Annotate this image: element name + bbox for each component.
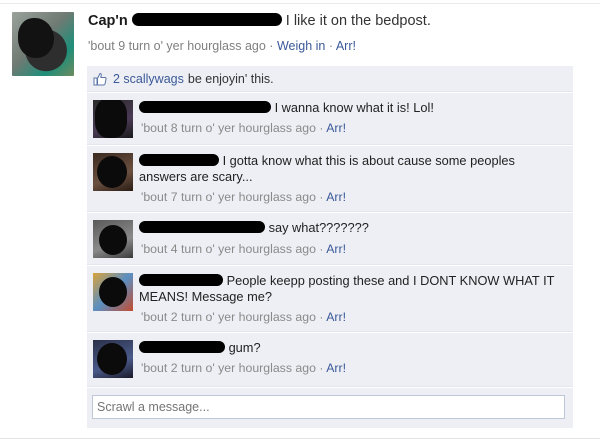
post-message: I like it on the bedpost.	[285, 13, 431, 29]
comment-body: I gotta know what this is about cause so…	[139, 153, 559, 185]
separator: ·	[319, 121, 324, 135]
commenter-avatar[interactable]	[93, 340, 133, 378]
comment-text: gum?	[228, 340, 261, 355]
redacted-name	[139, 154, 219, 166]
comment-time[interactable]: 'bout 7 turn o' yer hourglass ago	[141, 190, 316, 204]
likes-bar: 2 scallywags be enjoyin' this.	[87, 66, 573, 92]
poster-name[interactable]: Cap'n	[88, 13, 128, 29]
comment-meta: 'bout 4 turn o' yer hourglass ago · Arr!	[141, 242, 346, 256]
feed-story: Cap'n I like it on the bedpost. 'bout 9 …	[0, 0, 600, 444]
like-link[interactable]: Weigh in	[277, 39, 325, 53]
poster-avatar[interactable]	[12, 12, 74, 76]
bottom-divider	[0, 438, 600, 439]
redacted-name	[139, 101, 271, 113]
commenter-avatar[interactable]	[93, 220, 133, 258]
comment-body: I wanna know what it is! Lol!	[139, 100, 559, 116]
comment-item: I gotta know what this is about cause so…	[87, 146, 573, 212]
comment-item: say what??????? 'bout 4 turn o' yer hour…	[87, 213, 573, 265]
comment-body: gum?	[139, 340, 559, 356]
comment-meta: 'bout 2 turn o' yer hourglass ago · Arr!	[141, 361, 346, 375]
comment-action-link[interactable]: Arr!	[326, 190, 346, 204]
separator: ·	[319, 361, 324, 375]
post-headline: Cap'n I like it on the bedpost.	[88, 13, 431, 29]
commenter-avatar[interactable]	[93, 273, 133, 311]
separator: ·	[319, 310, 324, 324]
redacted-name	[139, 274, 223, 286]
comment-time[interactable]: 'bout 8 turn o' yer hourglass ago	[141, 121, 316, 135]
comment-action-link[interactable]: Arr!	[326, 361, 346, 375]
comment-item: gum? 'bout 2 turn o' yer hourglass ago ·…	[87, 333, 573, 387]
redacted-name	[139, 221, 265, 233]
comment-meta: 'bout 8 turn o' yer hourglass ago · Arr!	[141, 121, 346, 135]
thumbs-up-icon	[93, 72, 107, 85]
likes-suffix: be enjoyin' this.	[187, 71, 274, 86]
comment-action-link[interactable]: Arr!	[326, 310, 346, 324]
top-divider	[0, 3, 600, 4]
comment-item: People keepp posting these and I DONT KN…	[87, 266, 573, 332]
redacted-name	[139, 341, 225, 353]
comment-time[interactable]: 'bout 4 turn o' yer hourglass ago	[141, 242, 316, 256]
comment-text: say what???????	[268, 220, 369, 235]
comment-link[interactable]: Arr!	[336, 39, 356, 53]
comment-body: say what???????	[139, 220, 559, 236]
comment-action-link[interactable]: Arr!	[326, 121, 346, 135]
comment-item: I wanna know what it is! Lol! 'bout 8 tu…	[87, 93, 573, 145]
separator: ·	[319, 242, 324, 256]
post-timestamp[interactable]: 'bout 9 turn o' yer hourglass ago	[88, 39, 266, 53]
comment-meta: 'bout 7 turn o' yer hourglass ago · Arr!	[141, 190, 346, 204]
comment-input[interactable]	[92, 395, 565, 419]
separator: ·	[328, 39, 334, 53]
separator: ·	[319, 190, 324, 204]
comment-time[interactable]: 'bout 2 turn o' yer hourglass ago	[141, 310, 316, 324]
likes-count[interactable]: 2 scallywags	[113, 72, 184, 86]
post-meta: 'bout 9 turn o' yer hourglass ago · Weig…	[88, 39, 356, 53]
comment-meta: 'bout 2 turn o' yer hourglass ago · Arr!	[141, 310, 346, 324]
comment-action-link[interactable]: Arr!	[326, 242, 346, 256]
comment-text: I wanna know what it is! Lol!	[274, 100, 434, 115]
commenter-avatar[interactable]	[93, 153, 133, 191]
redacted-name	[131, 13, 282, 26]
comment-body: People keepp posting these and I DONT KN…	[139, 273, 559, 305]
commenter-avatar[interactable]	[93, 100, 133, 138]
comment-time[interactable]: 'bout 2 turn o' yer hourglass ago	[141, 361, 316, 375]
separator: ·	[269, 39, 274, 53]
